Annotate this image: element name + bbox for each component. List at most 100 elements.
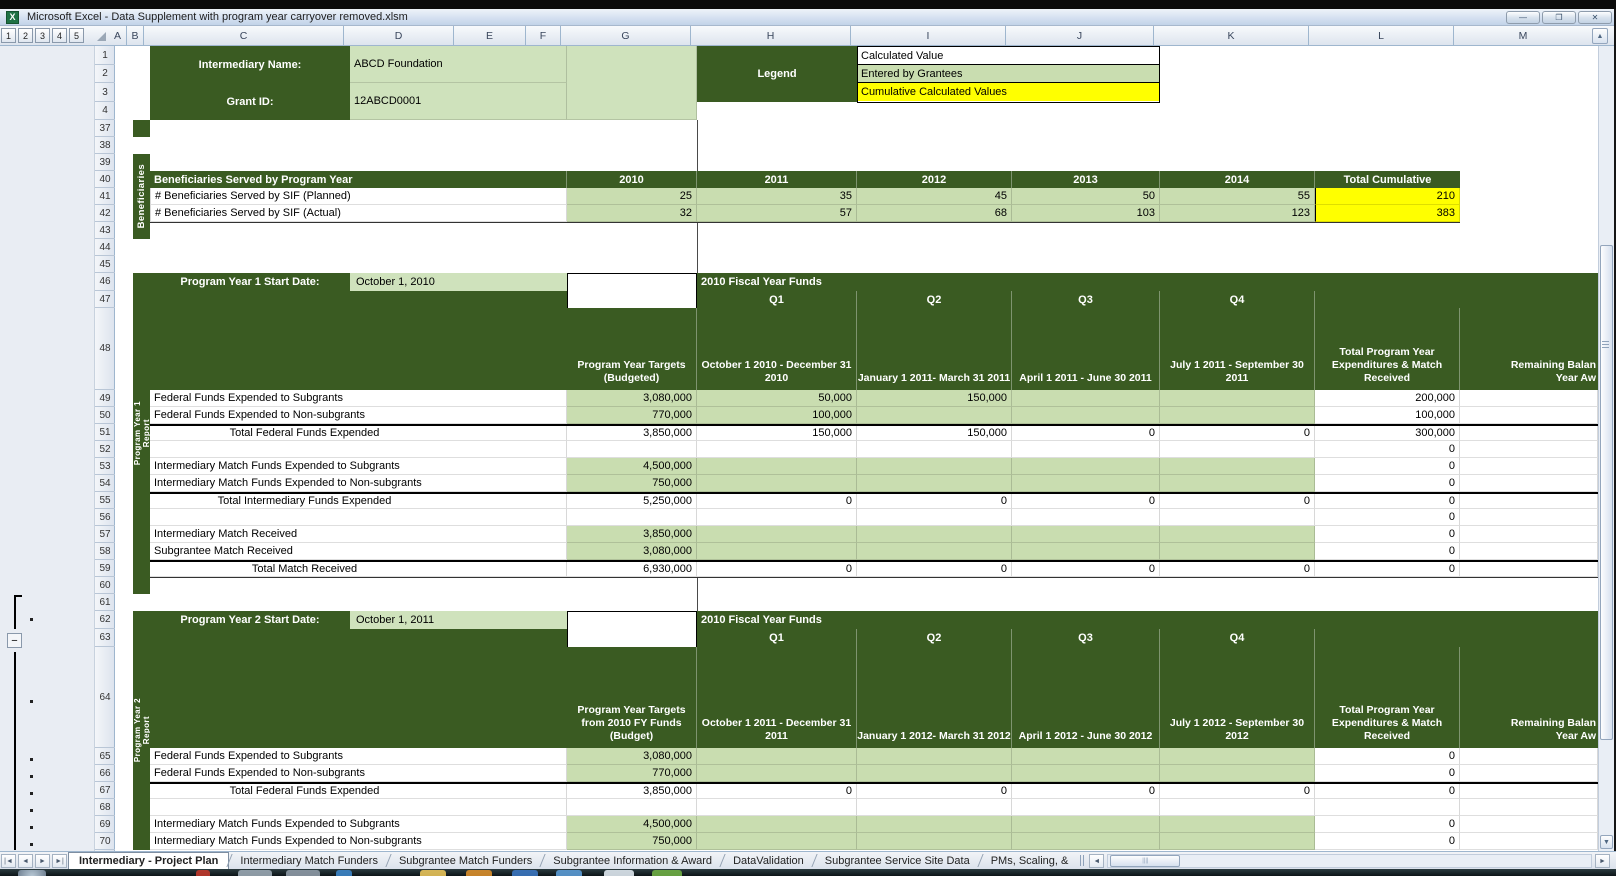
gap-cell[interactable] <box>567 611 697 629</box>
py1-cell-total[interactable]: 300,000 <box>1315 426 1460 441</box>
close-button[interactable]: ✕ <box>1578 11 1612 24</box>
py2-cell[interactable]: 0 <box>1012 784 1160 799</box>
py1-cell-remaining[interactable] <box>1460 458 1598 475</box>
py1-row-label[interactable]: Intermediary Match Funds Expended to Non… <box>150 475 567 492</box>
column-header-i[interactable]: I <box>851 26 1006 46</box>
py1-cell-remaining[interactable] <box>1460 441 1598 458</box>
title-bar[interactable]: X Microsoft Excel - Data Supplement with… <box>0 9 1616 26</box>
py1-spacer[interactable] <box>150 509 567 526</box>
py1-cell[interactable]: 3,080,000 <box>567 390 697 407</box>
py2-cell-remaining[interactable] <box>1460 799 1598 816</box>
row-header[interactable]: 42 <box>95 205 115 222</box>
py1-row-label[interactable]: Intermediary Match Received <box>150 526 567 543</box>
py2-row-label[interactable]: Federal Funds Expended to Non-subgrants <box>150 765 567 782</box>
py1-cell[interactable] <box>697 458 857 475</box>
py1-cell[interactable]: 150,000 <box>697 426 857 441</box>
outline-level-2-button[interactable]: 2 <box>18 28 33 43</box>
py2-cell-total[interactable] <box>1315 799 1460 816</box>
py1-q3-header[interactable]: Q3 <box>1012 291 1160 308</box>
py2-q3-header[interactable]: Q3 <box>1012 629 1160 647</box>
py1-targets-header[interactable]: Program Year Targets (Budgeted) <box>567 308 697 390</box>
row-header[interactable]: 57 <box>95 526 115 543</box>
py1-cell[interactable] <box>1012 509 1160 526</box>
py1-cell[interactable] <box>1160 526 1315 543</box>
py2-cell-remaining[interactable] <box>1460 816 1598 833</box>
outline-level-3-button[interactable]: 3 <box>35 28 50 43</box>
intermediary-name-label-cell[interactable]: Intermediary Name: <box>150 46 350 83</box>
py1-cell[interactable] <box>857 458 1012 475</box>
vertical-scroll-down-icon[interactable]: ▼ <box>1600 835 1613 849</box>
py2-cell-remaining[interactable] <box>1460 784 1598 799</box>
py1-cell[interactable] <box>1012 543 1160 560</box>
py1-cell[interactable]: 50,000 <box>697 390 857 407</box>
cell-planned-2014[interactable]: 55 <box>1160 188 1315 205</box>
py1-cell[interactable]: 0 <box>857 494 1012 509</box>
py1-cell[interactable] <box>857 407 1012 424</box>
py1-cell[interactable] <box>1160 407 1315 424</box>
py2-cell-remaining[interactable] <box>1460 833 1598 850</box>
py1-q4-header[interactable]: Q4 <box>1160 291 1315 308</box>
year-header-total-cumulative[interactable]: Total Cumulative <box>1315 171 1460 188</box>
row-header[interactable]: 63 <box>95 629 115 647</box>
py2-q2-range-header[interactable]: January 1 2012- March 31 2012 <box>857 647 1012 748</box>
py1-start-date-value[interactable]: October 1, 2010 <box>350 273 567 291</box>
row-header[interactable]: 53 <box>95 458 115 475</box>
row-header[interactable]: 49 <box>95 390 115 407</box>
py2-cell[interactable]: 3,850,000 <box>567 784 697 799</box>
py2-cell[interactable]: 770,000 <box>567 765 697 782</box>
py1-q3-range-header[interactable]: April 1 2011 - June 30 2011 <box>1012 308 1160 390</box>
py2-cell[interactable] <box>1160 765 1315 782</box>
py1-cell[interactable]: 0 <box>1160 562 1315 577</box>
py1-row-label[interactable]: Federal Funds Expended to Non-subgrants <box>150 407 567 424</box>
row-header[interactable]: 44 <box>95 239 115 256</box>
horizontal-scrollbar-thumb[interactable]: |||| <box>1110 855 1180 867</box>
row-header[interactable]: 60 <box>95 577 115 594</box>
column-header-d[interactable]: D <box>344 26 454 46</box>
cell-actual-total[interactable]: 383 <box>1315 205 1460 222</box>
cell-actual-2013[interactable]: 103 <box>1012 205 1160 222</box>
py2-cell[interactable] <box>857 765 1012 782</box>
column-header-c[interactable]: C <box>144 26 344 46</box>
cell-planned-2010[interactable]: 25 <box>567 188 697 205</box>
taskbar-icon[interactable] <box>420 870 446 876</box>
grant-id-value-cell[interactable]: 12ABCD0001 <box>350 83 567 120</box>
gap-cell[interactable] <box>567 629 697 647</box>
py1-cell-remaining[interactable] <box>1460 494 1598 509</box>
py2-cell[interactable] <box>1012 765 1160 782</box>
row-header[interactable]: 4 <box>95 102 115 120</box>
py1-cell[interactable] <box>1012 441 1160 458</box>
column-header-b[interactable]: B <box>127 26 144 46</box>
py1-cell-remaining[interactable] <box>1460 475 1598 492</box>
restore-button[interactable]: ❐ <box>1542 11 1576 24</box>
cell-actual-2010[interactable]: 32 <box>567 205 697 222</box>
column-header-k[interactable]: K <box>1154 26 1309 46</box>
program-year-1-section-label[interactable]: Program Year 1 Report <box>133 273 150 594</box>
py1-q1-range-header[interactable]: October 1 2010 - December 31 2010 <box>697 308 857 390</box>
py2-cell[interactable] <box>697 816 857 833</box>
py1-cell[interactable] <box>857 543 1012 560</box>
cell-planned-total[interactable]: 210 <box>1315 188 1460 205</box>
py1-cell[interactable]: 0 <box>857 562 1012 577</box>
py1-cell[interactable] <box>1012 475 1160 492</box>
gap-cell[interactable] <box>567 273 697 291</box>
py1-cell-remaining[interactable] <box>1460 562 1598 577</box>
hscroll-left-icon[interactable]: ◄ <box>1089 854 1104 868</box>
py2-remaining-header[interactable]: Remaining Balan Year Aw <box>1460 647 1598 748</box>
py1-cell[interactable] <box>1012 390 1160 407</box>
py2-cell[interactable] <box>1012 748 1160 765</box>
py2-cell[interactable]: 0 <box>1160 784 1315 799</box>
py1-cell[interactable] <box>1160 390 1315 407</box>
column-header-l[interactable]: L <box>1309 26 1454 46</box>
py1-fiscal-year-header[interactable]: 2010 Fiscal Year Funds <box>697 273 1598 291</box>
py1-cell[interactable]: 0 <box>1160 426 1315 441</box>
py1-cell[interactable] <box>857 475 1012 492</box>
py2-q2-header[interactable]: Q2 <box>857 629 1012 647</box>
py2-q1-range-header[interactable]: October 1 2011 - December 31 2011 <box>697 647 857 748</box>
py1-q1-header[interactable]: Q1 <box>697 291 857 308</box>
row-header[interactable]: 56 <box>95 509 115 526</box>
beneficiaries-table-header[interactable]: Beneficiaries Served by Program Year <box>150 171 567 188</box>
py2-cell[interactable] <box>1160 748 1315 765</box>
taskbar-icon[interactable] <box>196 870 210 876</box>
row-header[interactable]: 68 <box>95 799 115 816</box>
next-sheet-icon[interactable]: ► <box>35 854 50 868</box>
